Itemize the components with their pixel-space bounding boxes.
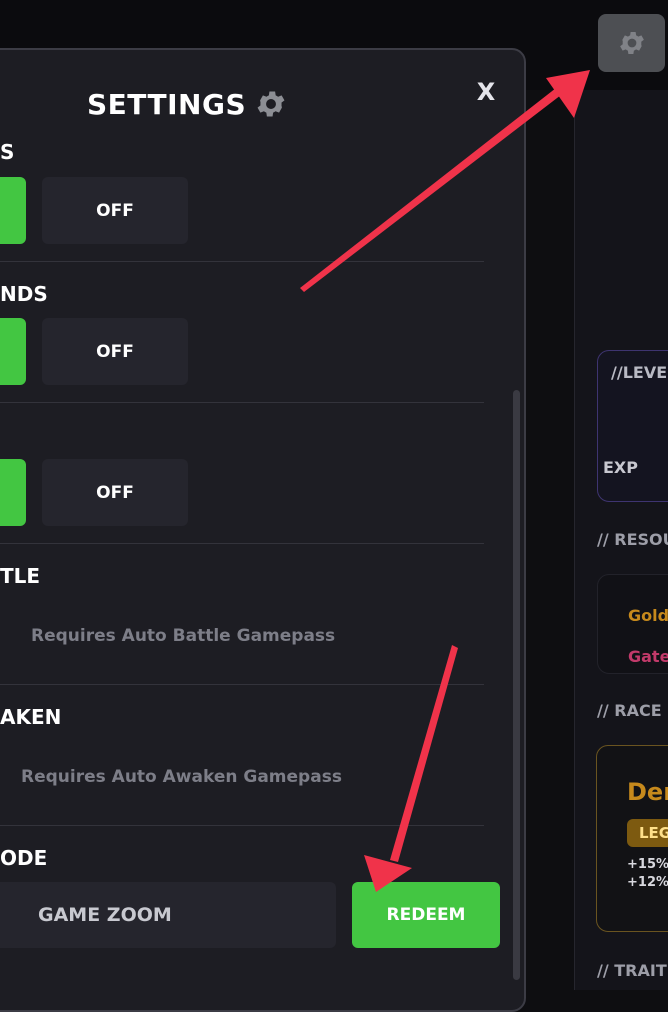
settings-title: SETTINGS — [87, 86, 288, 122]
setting-on-button[interactable] — [0, 318, 26, 385]
divider — [0, 402, 484, 403]
gold-label: Gold — [628, 606, 668, 625]
traits-section-label: // TRAIT — [597, 961, 667, 980]
setting-on-button[interactable] — [0, 177, 26, 244]
divider — [0, 825, 484, 826]
gate-label: Gate — [628, 647, 668, 666]
gamepass-requirement: Requires Auto Battle Gamepass — [31, 626, 336, 646]
exp-label: EXP — [603, 458, 638, 477]
settings-gear-button[interactable] — [598, 14, 665, 72]
level-title: //LEVE — [611, 363, 668, 382]
race-card: Der LEG +15% +12% — [596, 745, 668, 932]
race-section-label: // RACE — [597, 701, 662, 720]
setting-off-button[interactable]: OFF — [42, 459, 188, 526]
code-input[interactable]: GAME ZOOM — [0, 882, 336, 948]
settings-gear-icon — [257, 91, 285, 117]
divider — [0, 543, 484, 544]
setting-on-button[interactable] — [0, 459, 26, 526]
scrollbar-thumb[interactable] — [513, 390, 520, 980]
close-button[interactable]: X — [472, 78, 500, 106]
setting-row-label: NDS — [0, 282, 48, 306]
redeem-label: REDEEM — [386, 905, 466, 925]
gear-icon — [619, 32, 644, 54]
setting-off-button[interactable]: OFF — [42, 318, 188, 385]
race-stat: +15% — [627, 857, 668, 872]
off-label: OFF — [96, 341, 134, 362]
race-rarity-badge: LEG — [627, 819, 668, 847]
redeem-button[interactable]: REDEEM — [352, 882, 500, 948]
code-input-value: GAME ZOOM — [38, 904, 172, 926]
divider — [0, 684, 484, 685]
setting-row-label: S — [0, 140, 15, 164]
resources-section-label: // RESOU — [597, 530, 668, 549]
settings-title-text: SETTINGS — [87, 87, 247, 121]
race-name: Der — [627, 778, 668, 806]
setting-row-label: AKEN — [0, 705, 62, 729]
resources-card: Gold Gate — [597, 574, 668, 674]
race-stat: +12% — [627, 875, 668, 890]
setting-off-button[interactable]: OFF — [42, 177, 188, 244]
divider — [0, 261, 484, 262]
level-card: //LEVE EXP — [597, 350, 668, 502]
close-icon: X — [476, 78, 496, 106]
setting-row-label: ODE — [0, 846, 48, 870]
gamepass-requirement: Requires Auto Awaken Gamepass — [21, 767, 342, 787]
setting-row-label: TLE — [0, 564, 41, 588]
off-label: OFF — [96, 200, 134, 221]
off-label: OFF — [96, 482, 134, 503]
